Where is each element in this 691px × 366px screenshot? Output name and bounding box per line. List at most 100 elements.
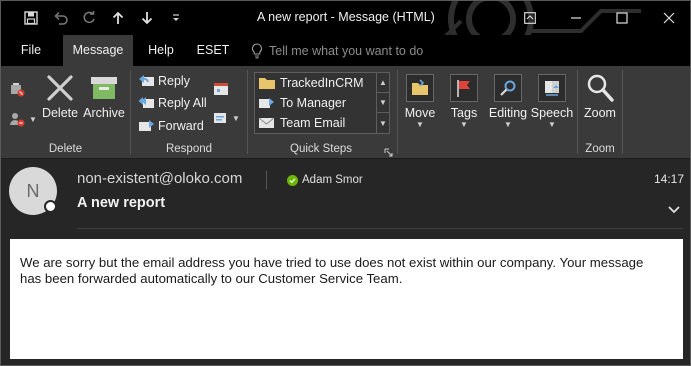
forward-label: Forward [158,119,204,133]
zoom-icon [586,70,614,106]
sender-address[interactable]: non-existent@oloko.com [77,170,242,187]
meeting-button[interactable] [213,80,229,96]
body-line: has been forwarded automatically to our … [20,271,403,286]
junk-dropdown-icon: ▼ [29,114,37,124]
tab-file[interactable]: File [9,35,53,66]
ignore-button[interactable] [8,80,26,98]
speech-button[interactable]: Speech ▼ [531,70,573,129]
expand-header-icon[interactable] [667,204,681,218]
presence-status-icon [44,200,57,213]
tell-me-search[interactable]: Tell me what you want to do [251,35,423,66]
move-label: Move [404,106,436,120]
lightbulb-icon [252,42,262,58]
ignore-icon [11,83,25,97]
more-respond-dropdown-icon: ▼ [232,113,240,123]
more-respond-icon [214,113,226,123]
speech-dropdown-icon: ▼ [548,120,556,129]
message-header: N non-existent@oloko.com Adam Smor A new… [1,160,690,232]
junk-icon [10,113,25,127]
quick-steps-gallery: TrackedInCRM To Manager Team Email ▲ ▼ ▼ [254,72,390,134]
tab-help[interactable]: Help [141,35,181,66]
junk-button[interactable]: ▼ [8,110,37,128]
group-separator [622,70,623,154]
customize-toolbar-icon[interactable] [166,9,186,27]
header-divider [77,228,683,229]
delete-icon [45,70,75,106]
reply-button[interactable]: Reply [137,73,190,89]
undo-icon[interactable] [51,9,71,27]
previous-item-icon[interactable] [108,9,128,27]
title-bar: A new report - Message (HTML) [1,1,690,61]
move-icon [406,70,434,106]
move-dropdown-icon: ▼ [416,120,424,129]
reply-all-label: Reply All [158,96,207,110]
quick-step-label: To Manager [280,96,347,110]
group-separator [130,70,131,154]
archive-icon [89,70,119,106]
window-title: A new report - Message (HTML) [257,10,435,24]
expand-gallery-icon[interactable]: ▼ [377,113,389,133]
flag-icon [450,70,478,106]
reply-label: Reply [158,74,190,88]
tags-label: Tags [450,106,478,120]
zoom-button[interactable]: Zoom [581,70,619,120]
quick-step-label: TrackedInCRM [280,76,364,90]
close-icon[interactable] [660,9,678,27]
quick-steps-scroller: ▲ ▼ ▼ [376,73,389,133]
recipient[interactable]: Adam Smor [287,174,363,186]
tags-dropdown-icon: ▼ [460,120,468,129]
available-status-icon [287,174,298,186]
message-time: 14:17 [654,172,685,186]
redo-icon[interactable] [79,9,99,27]
tab-eset[interactable]: ESET [191,35,235,66]
save-icon[interactable] [21,9,41,27]
more-respond-button[interactable]: ▼ [213,110,240,126]
archive-label: Archive [83,106,125,120]
zoom-label: Zoom [584,106,616,120]
scroll-up-icon[interactable]: ▲ [377,73,389,93]
find-icon [494,70,522,106]
quick-step-to-manager[interactable]: To Manager [255,93,377,113]
message-body[interactable]: We are sorry but the email address you h… [10,239,683,359]
respond-group-label: Respond [165,143,213,155]
archive-button[interactable]: Archive [83,70,125,120]
tags-button[interactable]: Tags ▼ [447,70,481,129]
outlook-message-window: A new report - Message (HTML) File Messa… [0,0,691,366]
minimize-icon[interactable] [567,9,585,27]
tell-me-placeholder: Tell me what you want to do [269,43,424,58]
editing-dropdown-icon: ▼ [504,120,512,129]
delete-group-label: Delete [48,143,83,155]
next-item-icon[interactable] [137,9,157,27]
message-body-text: We are sorry but the email address you h… [20,255,670,287]
reply-all-icon [137,95,155,111]
group-separator [247,70,248,154]
delete-label: Delete [41,106,79,120]
ribbon-display-options-icon[interactable] [521,9,539,27]
delete-button[interactable]: Delete [41,70,79,120]
quick-step-label: Team Email [280,116,346,130]
folder-icon [259,78,275,89]
team-email-icon [258,117,275,128]
tab-message[interactable]: Message [63,35,133,66]
forward-button[interactable]: Forward [137,118,204,134]
body-line: We are sorry but the email address you h… [20,255,644,270]
speech-label: Speech [530,106,574,120]
read-aloud-icon [538,70,566,106]
quick-step-trackedincrm[interactable]: TrackedInCRM [255,73,377,93]
meeting-icon [214,83,228,95]
forward-icon [137,118,155,134]
group-separator [577,70,578,154]
zoom-group-label: Zoom [585,143,615,155]
move-button[interactable]: Move ▼ [402,70,438,129]
recipient-name: Adam Smor [302,174,363,186]
message-subject: A new report [77,195,166,211]
maximize-icon[interactable] [613,9,631,27]
scroll-down-icon[interactable]: ▼ [377,93,389,113]
header-separator [266,171,267,189]
editing-label: Editing [488,106,528,120]
reply-all-button[interactable]: Reply All [137,95,207,111]
ribbon: ▼ Delete Archive Delete Reply Reply All … [1,66,690,160]
quick-step-team-email[interactable]: Team Email [255,113,377,133]
quick-steps-launcher-icon[interactable] [384,146,393,160]
editing-button[interactable]: Editing ▼ [487,70,529,129]
